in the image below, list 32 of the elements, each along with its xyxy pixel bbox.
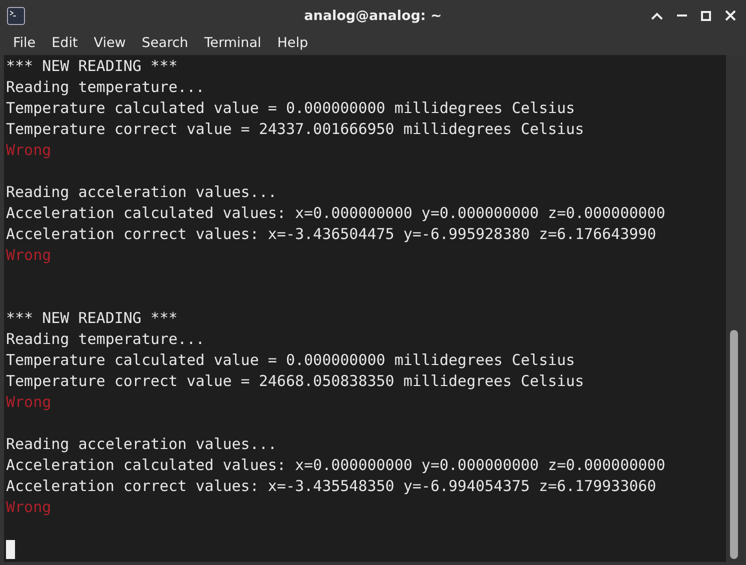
output-line: Acceleration correct values: x=-3.435548350 y=-6.994054375 z=6.179933060 xyxy=(6,476,656,497)
output-line: Reading acceleration values... xyxy=(6,434,277,455)
output-line: Acceleration calculated values: x=0.000000000 y=0.000000000 z=0.000000000 xyxy=(6,455,666,476)
error-line: Wrong xyxy=(6,140,52,161)
minimize-icon[interactable] xyxy=(677,14,687,17)
close-icon[interactable] xyxy=(725,10,736,21)
output-line: Acceleration correct values: x=-3.436504475 y=-6.995928380 z=6.176643990 xyxy=(6,224,656,245)
text-cursor xyxy=(6,540,15,559)
terminal-icon xyxy=(7,6,25,24)
output-line: Reading acceleration values... xyxy=(6,182,277,203)
scrollbar-thumb[interactable] xyxy=(730,330,738,559)
output-line: Temperature calculated value = 0.000000000 millidegrees Celsius xyxy=(6,350,575,371)
output-line: Acceleration calculated values: x=0.000000000 y=0.000000000 z=0.000000000 xyxy=(6,203,666,224)
output-line: Temperature correct value = 24337.001666950 millidegrees Celsius xyxy=(6,119,584,140)
output-line: Temperature correct value = 24668.050838350 millidegrees Celsius xyxy=(6,371,584,392)
menu-item[interactable]: Help xyxy=(269,35,316,51)
error-line: Wrong xyxy=(6,245,52,266)
output-line: *** NEW READING *** xyxy=(6,308,178,329)
window-title: analog@analog: ~ xyxy=(304,8,442,24)
output-line: *** NEW READING *** xyxy=(6,56,178,77)
menu-item[interactable]: Edit xyxy=(44,35,86,51)
output-line: Temperature calculated value = 0.000000000 millidegrees Celsius xyxy=(6,98,575,119)
output-line: Reading temperature... xyxy=(6,77,205,98)
menu-item[interactable]: Search xyxy=(134,35,196,51)
menu-item[interactable]: File xyxy=(5,35,44,51)
error-line: Wrong xyxy=(6,497,52,518)
output-line: Reading temperature... xyxy=(6,329,205,350)
collapse-icon[interactable] xyxy=(651,12,663,20)
menu-item[interactable]: Terminal xyxy=(196,35,270,51)
maximize-icon[interactable] xyxy=(701,10,711,20)
error-line: Wrong xyxy=(6,392,52,413)
menu-item[interactable]: View xyxy=(86,35,134,51)
